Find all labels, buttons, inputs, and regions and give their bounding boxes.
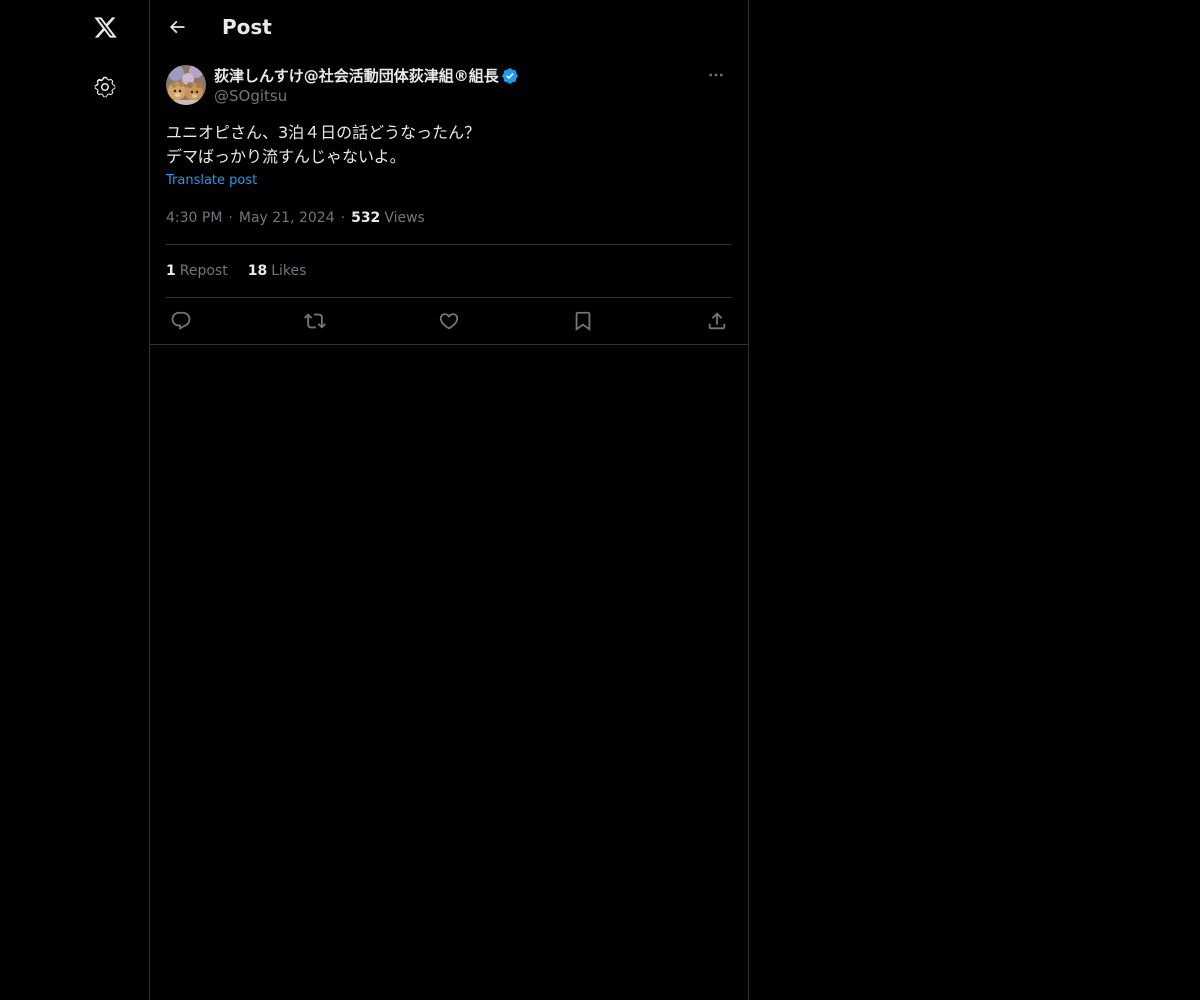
likes-label: Likes	[271, 263, 307, 279]
back-button[interactable]	[159, 9, 195, 45]
bookmark-button[interactable]	[572, 310, 594, 332]
likes-count: 18	[247, 263, 268, 279]
post-text-line: デマばっかり流すんじゃないよ。	[166, 147, 406, 166]
views-count: 532	[351, 210, 381, 226]
page-header: Post	[150, 0, 748, 54]
meta-separator: ·	[228, 210, 233, 226]
x-logo-icon	[93, 16, 117, 38]
bookmark-icon	[575, 311, 591, 332]
post-text: ユニオピさん、3泊４日の話どうなったん？ デマばっかり流すんじゃないよ。	[166, 121, 732, 169]
like-button[interactable]	[438, 310, 460, 332]
arrow-left-icon	[169, 20, 185, 34]
left-nav	[0, 0, 149, 1000]
reply-button[interactable]	[170, 310, 192, 332]
avatar-image	[166, 65, 206, 105]
more-options-button[interactable]	[700, 59, 732, 91]
reply-icon	[171, 311, 191, 330]
author-display-name[interactable]: 荻津しんすけ@社会活動団体荻津組®組長	[214, 66, 499, 86]
reposts-stat[interactable]: 1 Repost	[166, 263, 228, 279]
more-horizontal-icon	[709, 73, 723, 77]
post-actions	[166, 298, 732, 344]
x-logo-link[interactable]	[80, 2, 130, 52]
page-title: Post	[222, 15, 272, 39]
share-icon	[708, 312, 726, 330]
post-stats: 1 Repost 18 Likes	[166, 245, 732, 298]
repost-icon	[304, 313, 326, 329]
post-text-line: ユニオピさん、3泊４日の話どうなったん？	[166, 123, 481, 142]
settings-button[interactable]	[80, 62, 130, 112]
post-meta: 4:30 PM · May 21, 2024 · 532 Views	[166, 208, 732, 245]
meta-separator: ·	[340, 210, 346, 226]
avatar[interactable]	[166, 65, 206, 105]
views-label: Views	[384, 210, 425, 226]
reposts-label: Repost	[179, 263, 228, 279]
display-name-row: 荻津しんすけ@社会活動団体荻津組®組長	[214, 66, 519, 86]
main-column: Post 荻津しんすけ@社会活動団体荻津組®組長 @SOgitsu ユニオピさん…	[149, 0, 749, 1000]
author-names: 荻津しんすけ@社会活動団体荻津組®組長 @SOgitsu	[214, 66, 519, 106]
post-time[interactable]: 4:30 PM	[166, 208, 222, 228]
post-date[interactable]: May 21, 2024	[239, 208, 335, 228]
verified-badge-icon	[502, 68, 518, 84]
gear-icon	[94, 76, 116, 98]
post-author-row: 荻津しんすけ@社会活動団体荻津組®組長 @SOgitsu	[166, 54, 732, 117]
post: 荻津しんすけ@社会活動団体荻津組®組長 @SOgitsu ユニオピさん、3泊４日…	[150, 54, 748, 345]
author-handle[interactable]: @SOgitsu	[214, 86, 519, 106]
likes-stat[interactable]: 18 Likes	[248, 263, 307, 279]
share-button[interactable]	[706, 310, 728, 332]
app-root: Post 荻津しんすけ@社会活動団体荻津組®組長 @SOgitsu ユニオピさん…	[0, 0, 1200, 1000]
like-icon	[439, 313, 459, 330]
verified-badge[interactable]	[501, 67, 519, 85]
translate-post-link[interactable]: Translate post	[166, 172, 257, 190]
repost-button[interactable]	[304, 310, 326, 332]
reposts-count: 1	[166, 263, 176, 279]
